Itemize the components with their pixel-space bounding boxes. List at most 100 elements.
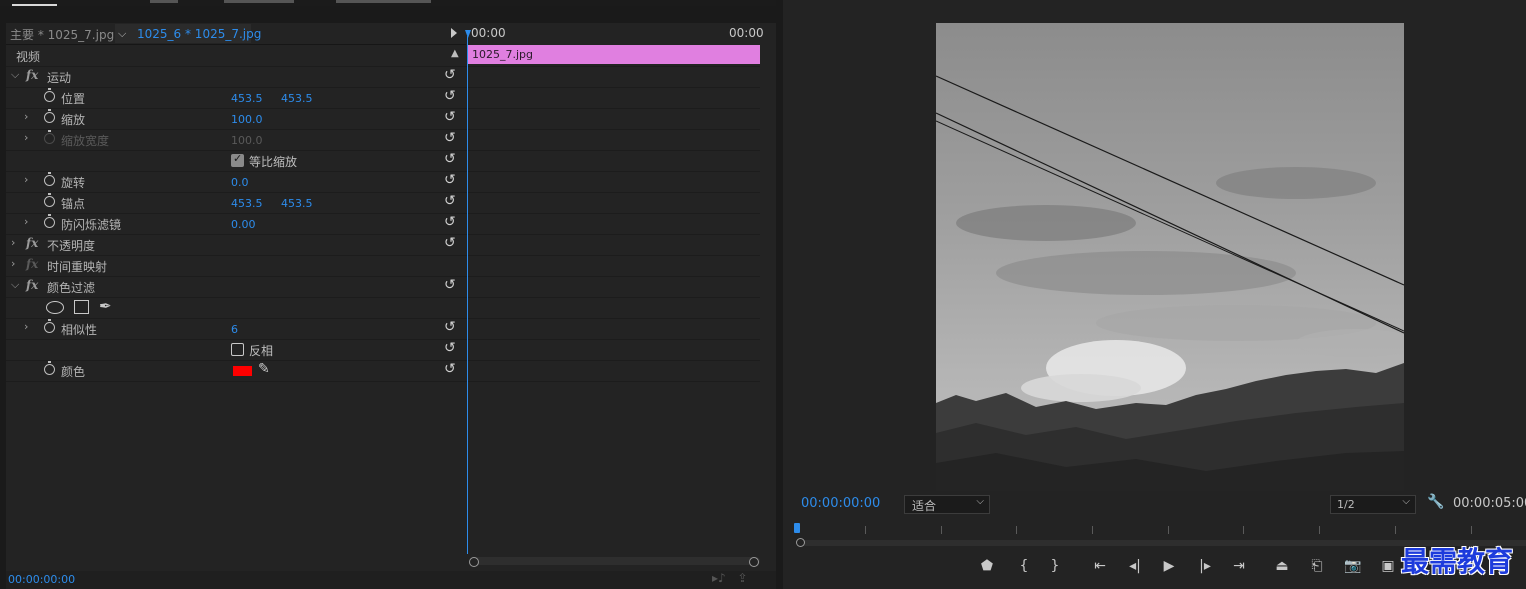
chevron-right-icon[interactable]: › xyxy=(11,257,15,270)
reset-icon[interactable]: ↺ xyxy=(444,109,456,125)
extract-icon[interactable]: ⎗ xyxy=(1306,558,1328,574)
reset-icon[interactable]: ↺ xyxy=(444,214,456,230)
param-row-scale: › 缩放 100.0 ↺ xyxy=(6,108,760,130)
reset-icon[interactable]: ↺ xyxy=(444,130,456,146)
reset-icon[interactable]: ↺ xyxy=(444,151,456,167)
chevron-right-icon[interactable]: › xyxy=(24,110,28,123)
reset-icon[interactable]: ↺ xyxy=(444,340,456,356)
lift-icon[interactable]: ⏏ xyxy=(1271,558,1293,574)
param-value-position-x[interactable]: 453.5 xyxy=(231,92,263,105)
fit-dropdown[interactable]: 适合 ⌵ xyxy=(904,495,990,514)
param-label-similarity: 相似性 xyxy=(61,323,98,337)
go-to-in-icon[interactable]: ⇤ xyxy=(1089,558,1111,574)
param-value-anti-flicker[interactable]: 0.00 xyxy=(231,218,256,231)
reset-icon[interactable]: ↺ xyxy=(444,235,456,251)
stopwatch-icon[interactable] xyxy=(44,172,55,186)
scroll-knob-right[interactable] xyxy=(749,557,759,567)
chevron-right-icon[interactable]: › xyxy=(11,236,15,249)
stopwatch-icon[interactable] xyxy=(44,193,55,207)
chevron-down-icon[interactable]: ⌵ xyxy=(11,68,19,82)
effect-row-motion[interactable]: ⌵ fx 运动 ↺ xyxy=(6,66,760,88)
program-video-frame[interactable] xyxy=(936,23,1404,491)
effect-row-color-pass[interactable]: ⌵ fx 颜色过滤 ↺ xyxy=(6,276,760,298)
active-tab-underline[interactable] xyxy=(12,4,57,6)
chevron-down-icon[interactable]: ⌵ xyxy=(118,27,126,41)
step-forward-icon[interactable]: |▸ xyxy=(1194,558,1216,574)
mark-in-icon[interactable]: { xyxy=(1013,558,1035,574)
resolution-dropdown[interactable]: 1/2 ⌵ xyxy=(1330,495,1416,514)
timeline-clip-name: 1025_7.jpg xyxy=(472,48,534,61)
effect-row-time-remap[interactable]: › fx 时间重映射 xyxy=(6,255,760,277)
stopwatch-icon[interactable] xyxy=(44,361,55,375)
effect-row-opacity[interactable]: › fx 不透明度 ↺ xyxy=(6,234,760,256)
param-value-rotation[interactable]: 0.0 xyxy=(231,176,249,189)
panel-divider[interactable] xyxy=(776,0,783,589)
status-icons: ▸♪ ⇪ xyxy=(712,571,748,585)
timeline-end-time: 00:00 xyxy=(729,26,764,40)
camera-export-frame-icon[interactable]: 📷 xyxy=(1342,558,1364,574)
collapse-up-icon[interactable]: ▲ xyxy=(451,48,459,59)
wrench-settings-icon[interactable]: 🔧 xyxy=(1427,494,1444,510)
param-row-position: 位置 453.5 453.5 ↺ xyxy=(6,87,760,109)
reset-icon[interactable]: ↺ xyxy=(444,67,456,83)
param-value-scale[interactable]: 100.0 xyxy=(231,113,263,126)
comparison-view-icon[interactable]: ▣ xyxy=(1377,558,1399,574)
stopwatch-icon[interactable] xyxy=(44,319,55,333)
param-value-anchor-y[interactable]: 453.5 xyxy=(281,197,313,210)
invert-checkbox[interactable] xyxy=(231,343,244,356)
chevron-right-icon[interactable]: › xyxy=(24,215,28,228)
audio-filter-icon[interactable]: ▸♪ xyxy=(712,571,726,585)
fx-icon[interactable]: fx xyxy=(26,236,38,250)
eyedropper-icon[interactable]: ✎ xyxy=(258,361,270,377)
pen-mask-icon[interactable]: ✒ xyxy=(99,297,112,315)
stopwatch-icon[interactable] xyxy=(44,109,55,123)
fx-icon[interactable]: fx xyxy=(26,68,38,82)
timeline-scrollbar[interactable] xyxy=(470,557,760,565)
color-swatch[interactable] xyxy=(233,366,252,376)
add-marker-icon[interactable]: ⬟ xyxy=(976,558,998,574)
invert-label: 反相 xyxy=(249,344,274,358)
play-icon[interactable]: ▶ xyxy=(1158,558,1180,574)
source-clip-label[interactable]: 主要 * 1025_7.jpg xyxy=(10,26,114,43)
effect-timeline-ruler[interactable] xyxy=(467,23,760,44)
effect-controls-timecode[interactable]: 00:00:00:00 xyxy=(8,573,75,586)
program-time-ruler[interactable] xyxy=(795,518,1526,538)
reset-icon[interactable]: ↺ xyxy=(444,361,456,377)
tab-ghost[interactable] xyxy=(150,0,178,3)
program-duration: 00:00:05:00 xyxy=(1453,496,1526,511)
program-current-timecode[interactable]: 00:00:00:00 xyxy=(801,496,880,511)
chevron-right-icon[interactable]: › xyxy=(24,131,28,144)
play-triangle-icon[interactable] xyxy=(451,28,457,38)
stopwatch-icon[interactable] xyxy=(44,88,55,102)
ellipse-mask-icon[interactable] xyxy=(46,301,64,314)
param-value-anchor-x[interactable]: 453.5 xyxy=(231,197,263,210)
param-value-scale-width: 100.0 xyxy=(231,134,263,147)
sequence-clip-label[interactable]: 1025_6 * 1025_7.jpg xyxy=(137,27,261,41)
chevron-right-icon[interactable]: › xyxy=(24,320,28,333)
param-value-position-y[interactable]: 453.5 xyxy=(281,92,313,105)
reset-icon[interactable]: ↺ xyxy=(444,277,456,293)
tab-ghost[interactable] xyxy=(336,0,431,3)
chevron-right-icon[interactable]: › xyxy=(24,173,28,186)
fx-icon[interactable]: fx xyxy=(26,278,38,292)
rectangle-mask-icon[interactable] xyxy=(74,300,89,314)
program-playhead[interactable] xyxy=(794,523,800,533)
mark-out-icon[interactable]: } xyxy=(1044,558,1066,574)
reset-icon[interactable]: ↺ xyxy=(444,319,456,335)
chevron-down-icon[interactable]: ⌵ xyxy=(11,278,19,292)
stopwatch-icon[interactable] xyxy=(44,214,55,228)
param-value-similarity[interactable]: 6 xyxy=(231,323,238,336)
playhead-marker[interactable] xyxy=(465,30,471,38)
playhead-line[interactable] xyxy=(467,36,468,554)
reset-icon[interactable]: ↺ xyxy=(444,193,456,209)
uniform-scale-checkbox[interactable] xyxy=(231,152,244,167)
go-to-out-icon[interactable]: ⇥ xyxy=(1228,558,1250,574)
param-row-anti-flicker: › 防闪烁滤镜 0.00 ↺ xyxy=(6,213,760,235)
scroll-knob-left[interactable] xyxy=(469,557,479,567)
tab-ghost[interactable] xyxy=(224,0,294,3)
zoom-knob[interactable] xyxy=(796,538,805,547)
reset-icon[interactable]: ↺ xyxy=(444,88,456,104)
step-back-icon[interactable]: ◂| xyxy=(1124,558,1146,574)
export-icon[interactable]: ⇪ xyxy=(738,571,748,585)
reset-icon[interactable]: ↺ xyxy=(444,172,456,188)
